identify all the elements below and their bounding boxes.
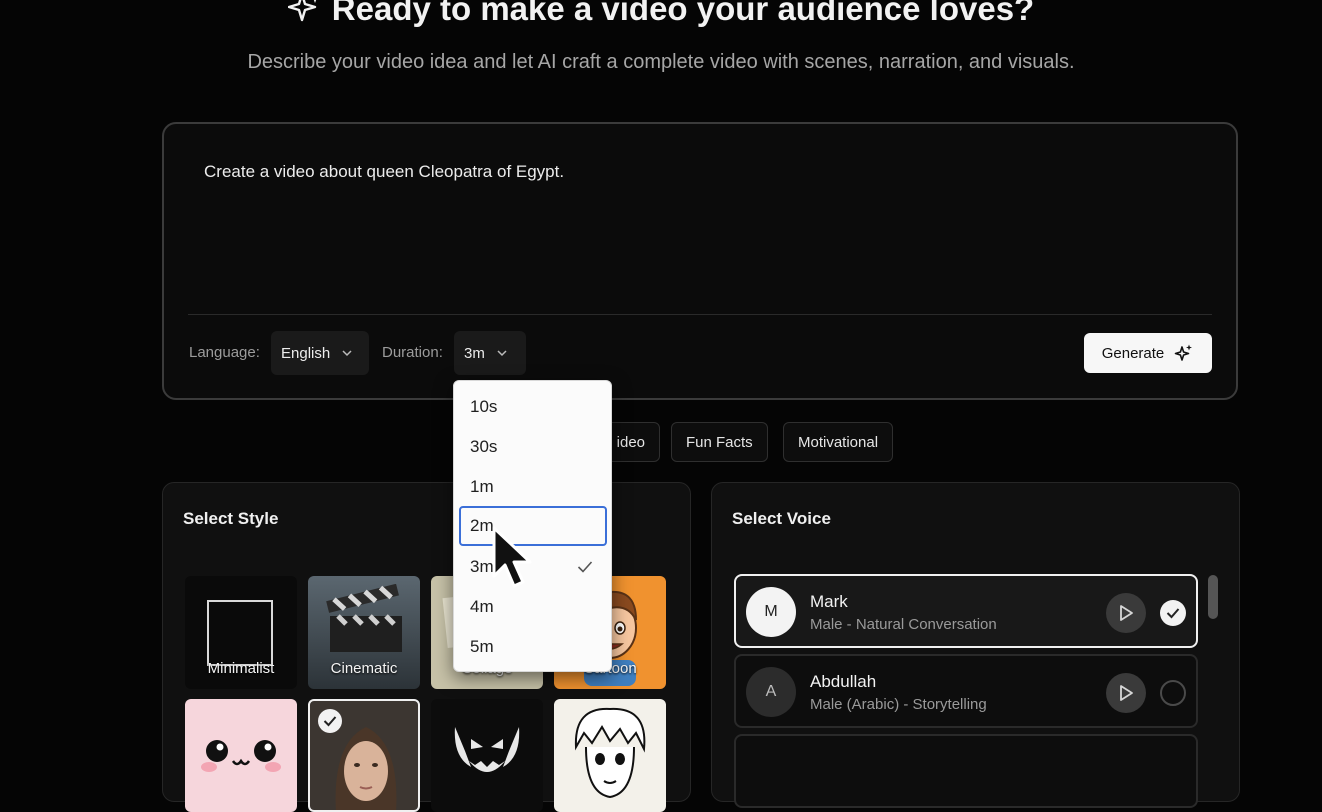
duration-option-5m[interactable]: 5m: [459, 627, 607, 667]
clapperboard-icon: [326, 584, 402, 652]
language-label: Language:: [189, 344, 260, 361]
hero-title-text: Ready to make a video your audience love…: [331, 0, 1035, 27]
page-title: Ready to make a video your audience love…: [0, 0, 1322, 28]
voice-item-abdullah[interactable]: A Abdullah Male (Arabic) - Storytelling: [734, 654, 1198, 728]
mouse-pointer-icon: [492, 526, 532, 588]
chip-motivational[interactable]: Motivational: [783, 422, 894, 462]
style-tile-label: Cinematic: [330, 660, 398, 677]
voice-description: Male - Natural Conversation: [810, 616, 997, 633]
prompt-textarea[interactable]: Create a video about queen Cleopatra of …: [204, 162, 564, 182]
voice-radio-selected[interactable]: [1160, 600, 1186, 626]
style-tile-minimalist[interactable]: Minimalist: [185, 576, 297, 689]
duration-label: Duration:: [382, 344, 443, 361]
voice-panel-title: Select Voice: [732, 509, 831, 528]
manga-boy-image: [574, 707, 646, 799]
style-tile-cinematic[interactable]: Cinematic: [308, 576, 420, 689]
generate-label: Generate: [1101, 344, 1165, 362]
minimalist-frame: [207, 600, 273, 666]
duration-select[interactable]: 3m: [454, 331, 526, 375]
dark-monster-image: [454, 727, 520, 772]
chevron-down-icon: [342, 350, 352, 357]
voice-radio[interactable]: [1160, 680, 1186, 706]
selected-check-badge: [318, 709, 342, 733]
page-subtitle: Describe your video idea and let AI craf…: [247, 51, 1075, 73]
voice-name: Abdullah: [810, 672, 877, 691]
voice-list-scrollbar[interactable]: [1208, 575, 1218, 619]
duration-option-10s[interactable]: 10s: [459, 387, 607, 427]
chip-fun-facts[interactable]: Fun Facts: [671, 422, 768, 462]
language-value: English: [281, 344, 331, 362]
style-tile-kawaii[interactable]: [185, 699, 297, 812]
check-icon: [323, 716, 337, 727]
play-preview-button[interactable]: [1106, 593, 1146, 633]
style-tile-label: Minimalist: [207, 660, 275, 677]
prompt-card: Create a video about queen Cleopatra of …: [162, 122, 1238, 400]
voice-name: Mark: [810, 592, 848, 611]
sparkles-icon: [1174, 344, 1193, 361]
style-tile-realistic[interactable]: [308, 699, 420, 812]
check-icon: [1166, 608, 1180, 619]
play-icon: [1120, 685, 1133, 701]
voice-item-mark[interactable]: M Mark Male - Natural Conversation: [734, 574, 1198, 648]
style-tile-manga[interactable]: [554, 699, 666, 812]
play-icon: [1120, 605, 1133, 621]
voice-panel: Select Voice M Mark Male - Natural Conve…: [711, 482, 1240, 808]
voice-item-partial[interactable]: [734, 734, 1198, 808]
avatar: A: [746, 667, 796, 717]
style-tile-dark[interactable]: [431, 699, 543, 812]
duration-option-1m[interactable]: 1m: [459, 467, 607, 507]
style-panel-title: Select Style: [183, 509, 279, 528]
duration-option-4m[interactable]: 4m: [459, 587, 607, 627]
duration-option-30s[interactable]: 30s: [459, 427, 607, 467]
avatar: M: [746, 587, 796, 637]
voice-description: Male (Arabic) - Storytelling: [810, 696, 987, 713]
play-preview-button[interactable]: [1106, 673, 1146, 713]
generate-button[interactable]: Generate: [1084, 333, 1212, 373]
duration-value: 3m: [464, 344, 485, 362]
sparkle-icon: [287, 0, 316, 22]
language-select[interactable]: English: [271, 331, 369, 375]
chevron-down-icon: [497, 350, 507, 357]
kawaii-face-image: [201, 740, 281, 772]
prompt-divider: [188, 314, 1212, 315]
check-icon: [577, 561, 593, 573]
